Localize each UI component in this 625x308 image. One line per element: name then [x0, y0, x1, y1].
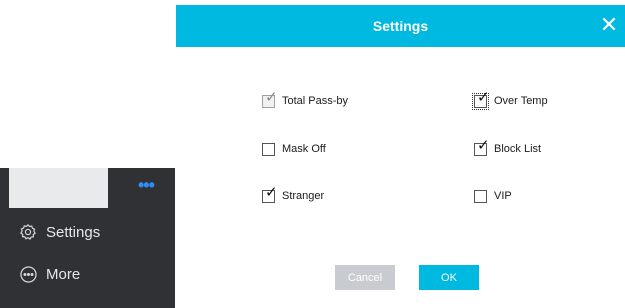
settings-dialog: Settings ✕ ✓ Total Pass-by ✓ Over Temp M… [176, 5, 625, 308]
cancel-button[interactable]: Cancel [335, 265, 395, 290]
checkmark-icon: ✓ [477, 88, 490, 106]
side-top-placeholder [9, 168, 108, 208]
close-icon[interactable]: ✕ [599, 13, 619, 37]
sidebar-item-more[interactable]: More [0, 254, 175, 294]
checkmark-icon: ✓ [265, 88, 278, 106]
dialog-title: Settings [372, 18, 429, 34]
checkbox-block-list[interactable]: ✓ [474, 138, 490, 156]
checkmark-icon: ✓ [265, 183, 278, 201]
option-label: Block List [494, 143, 542, 155]
option-block-list[interactable]: ✓ Block List [474, 138, 542, 159]
option-label: Over Temp [494, 95, 548, 107]
option-label: Mask Off [282, 143, 326, 155]
option-total-pass-by[interactable]: ✓ Total Pass-by [262, 90, 349, 111]
checkbox-mask-off[interactable] [262, 142, 275, 156]
option-stranger[interactable]: ✓ Stranger [262, 185, 325, 206]
option-mask-off[interactable]: Mask Off [262, 139, 326, 159]
dialog-header: Settings ✕ [176, 5, 625, 47]
sidebar-item-settings[interactable]: Settings [0, 212, 175, 252]
checkmark-icon: ✓ [477, 136, 490, 154]
option-vip[interactable]: VIP [474, 186, 512, 206]
checkbox-stranger[interactable]: ✓ [262, 185, 278, 203]
side-panel: ••• Settings More [0, 168, 175, 308]
option-label: Total Pass-by [282, 95, 349, 107]
option-label: Stranger [282, 190, 325, 202]
sidebar-item-label: More [46, 265, 81, 283]
option-label: VIP [494, 190, 512, 202]
checkbox-vip[interactable] [474, 189, 487, 203]
more-dots-icon[interactable]: ••• [138, 176, 160, 194]
gear-icon [18, 222, 38, 242]
checkbox-over-temp[interactable]: ✓ [472, 90, 490, 110]
sidebar-item-label: Settings [46, 223, 101, 241]
checkbox-total-pass-by[interactable]: ✓ [262, 90, 278, 108]
option-over-temp[interactable]: ✓ Over Temp [472, 90, 548, 111]
ok-button[interactable]: OK [419, 265, 479, 290]
more-circle-icon [18, 264, 38, 284]
side-top-bar: ••• [0, 168, 175, 208]
